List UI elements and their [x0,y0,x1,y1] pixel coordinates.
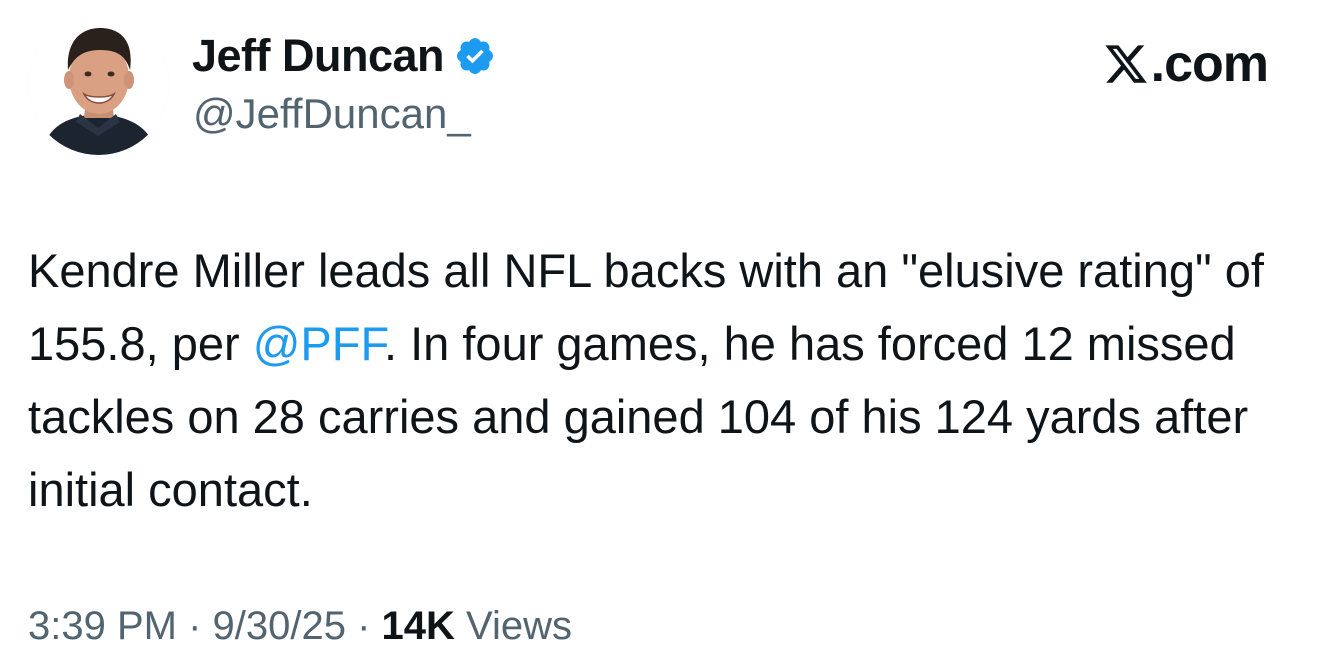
x-logo-icon [1105,45,1147,83]
meta-separator: · [345,604,382,648]
tweet-date[interactable]: 9/30/25 [213,604,346,648]
brand-domain: .com [1150,35,1269,93]
author-photo [28,14,169,155]
author-name-row: Jeff Duncan [192,28,496,84]
author-display-name[interactable]: Jeff Duncan [192,30,445,82]
views-label: Views [454,604,573,648]
tweet-text: Kendre Miller leads all NFL backs with a… [28,234,1278,526]
brand-mark: .com [1103,34,1269,94]
views-count[interactable]: 14K [382,604,455,648]
tweet-time[interactable]: 3:39 PM [28,604,177,648]
tweet-meta: 3:39 PM · 9/30/25 · 14K Views [28,604,572,649]
verified-badge-icon [454,35,496,77]
author-handle[interactable]: @JeffDuncan_ [193,90,471,138]
author-avatar[interactable] [28,14,169,155]
mention-link[interactable]: @PFF [253,317,384,370]
meta-separator: · [176,604,213,648]
